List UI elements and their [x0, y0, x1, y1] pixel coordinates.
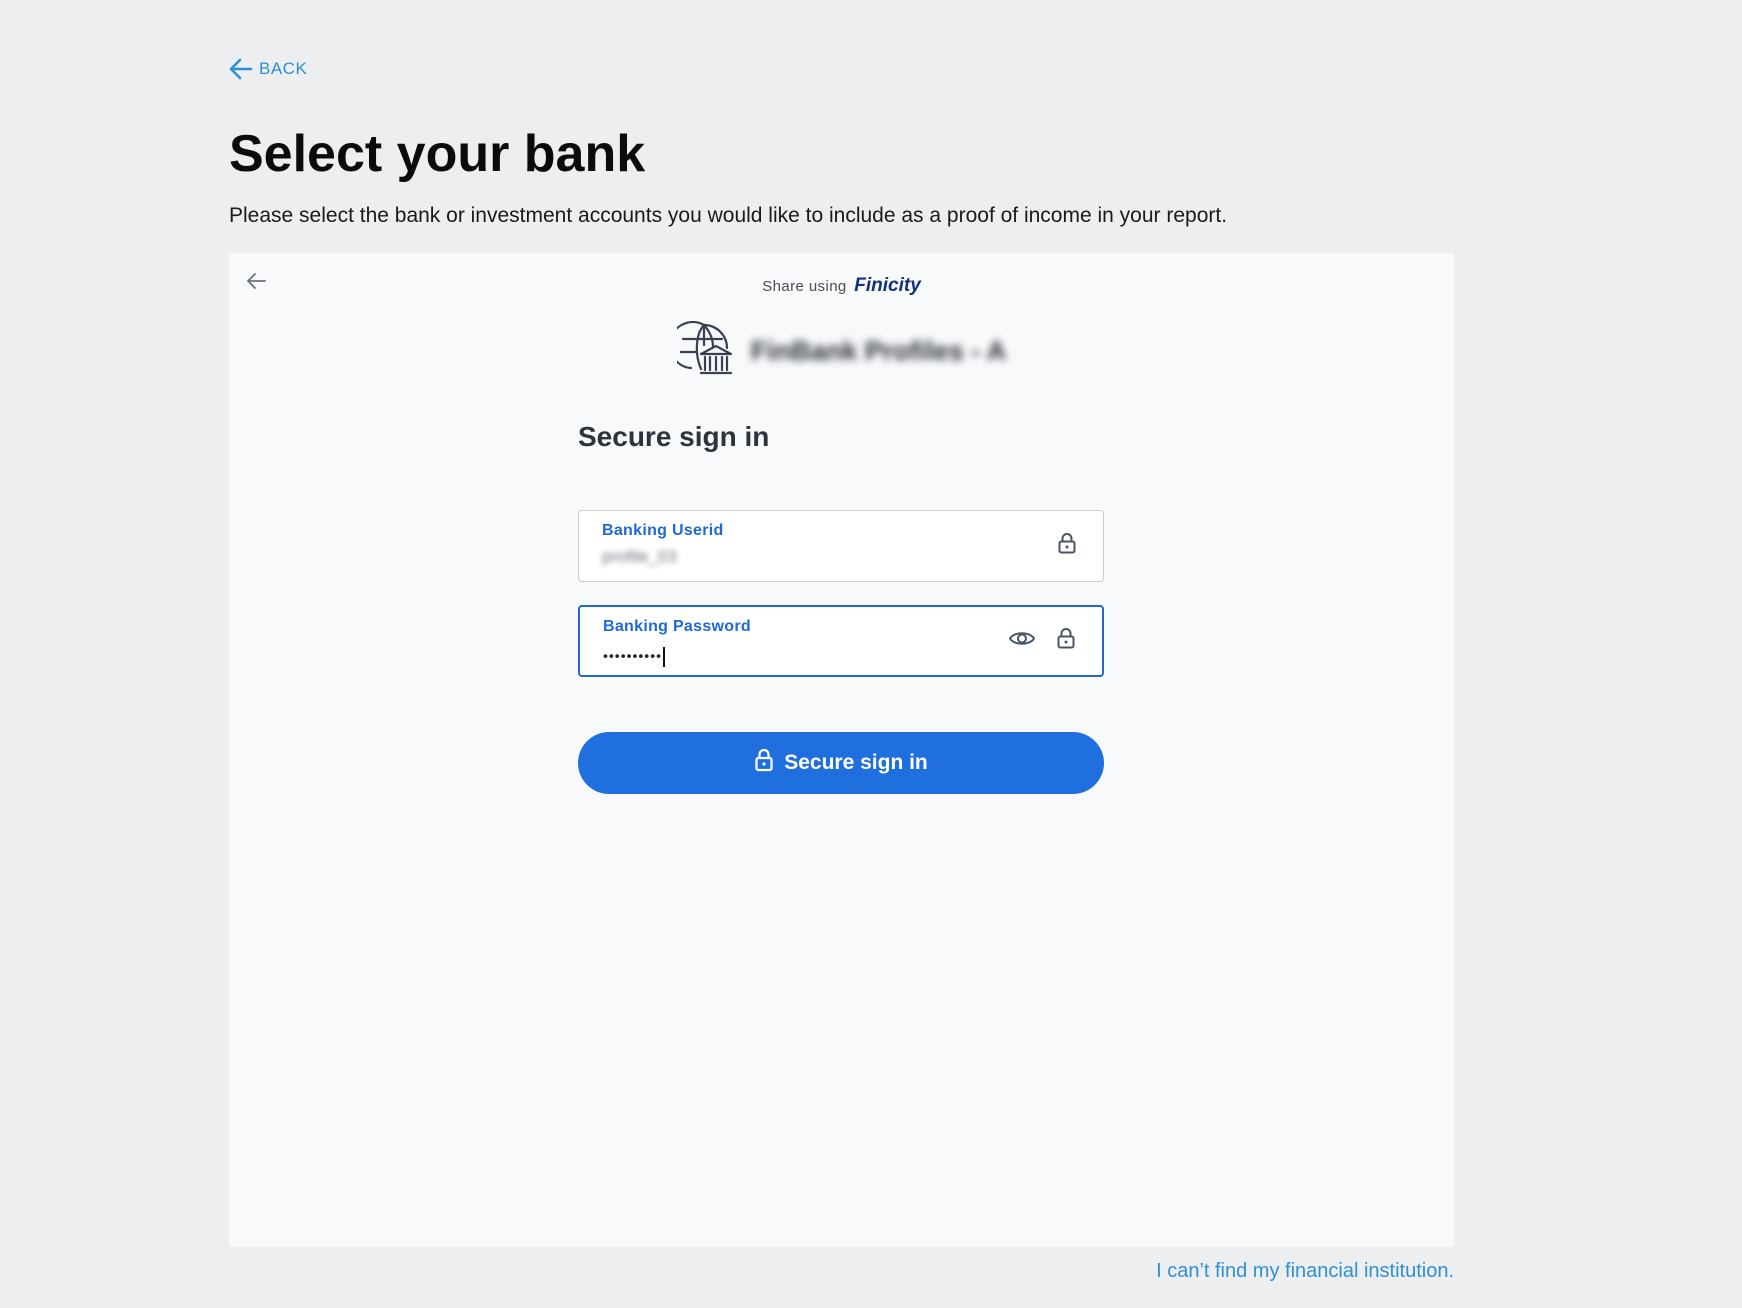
- form-title: Secure sign in: [578, 421, 770, 452]
- lock-icon: [1056, 628, 1076, 655]
- secure-sign-in-button[interactable]: Secure sign in: [578, 732, 1104, 794]
- banking-password-field[interactable]: Banking Password ••••••••••: [578, 605, 1104, 677]
- finicity-logo: Finicity: [854, 275, 921, 296]
- share-using-label: Share using: [762, 278, 847, 295]
- arrow-left-icon: [229, 58, 253, 80]
- banking-password-label: Banking Password: [603, 618, 751, 635]
- institution-name: FinBank Profiles - A: [750, 336, 1007, 366]
- banking-password-input[interactable]: ••••••••••: [603, 647, 983, 667]
- banking-userid-label: Banking Userid: [602, 522, 724, 539]
- banking-userid-field[interactable]: Banking Userid profile_03: [578, 510, 1104, 582]
- page-title: Select your bank: [229, 125, 646, 183]
- back-link[interactable]: BACK: [229, 58, 307, 80]
- banking-userid-value[interactable]: profile_03: [602, 547, 982, 567]
- text-caret: [663, 647, 666, 667]
- cant-find-institution-link[interactable]: I can’t find my financial institution.: [1156, 1260, 1454, 1283]
- eye-icon[interactable]: [1008, 629, 1036, 654]
- secure-sign-in-label: Secure sign in: [784, 751, 928, 774]
- banking-password-dots: ••••••••••: [603, 647, 663, 664]
- back-label: BACK: [259, 59, 308, 78]
- bank-connect-panel: Share using Finicity FinBank Profiles - …: [229, 253, 1454, 1247]
- share-using-finicity: Share using Finicity: [229, 275, 1454, 297]
- lock-icon: [754, 748, 774, 778]
- globe-bank-icon: [668, 320, 733, 382]
- institution-header: FinBank Profiles - A: [229, 320, 1454, 382]
- page-description: Please select the bank or investment acc…: [229, 204, 1228, 227]
- lock-icon: [1057, 533, 1077, 560]
